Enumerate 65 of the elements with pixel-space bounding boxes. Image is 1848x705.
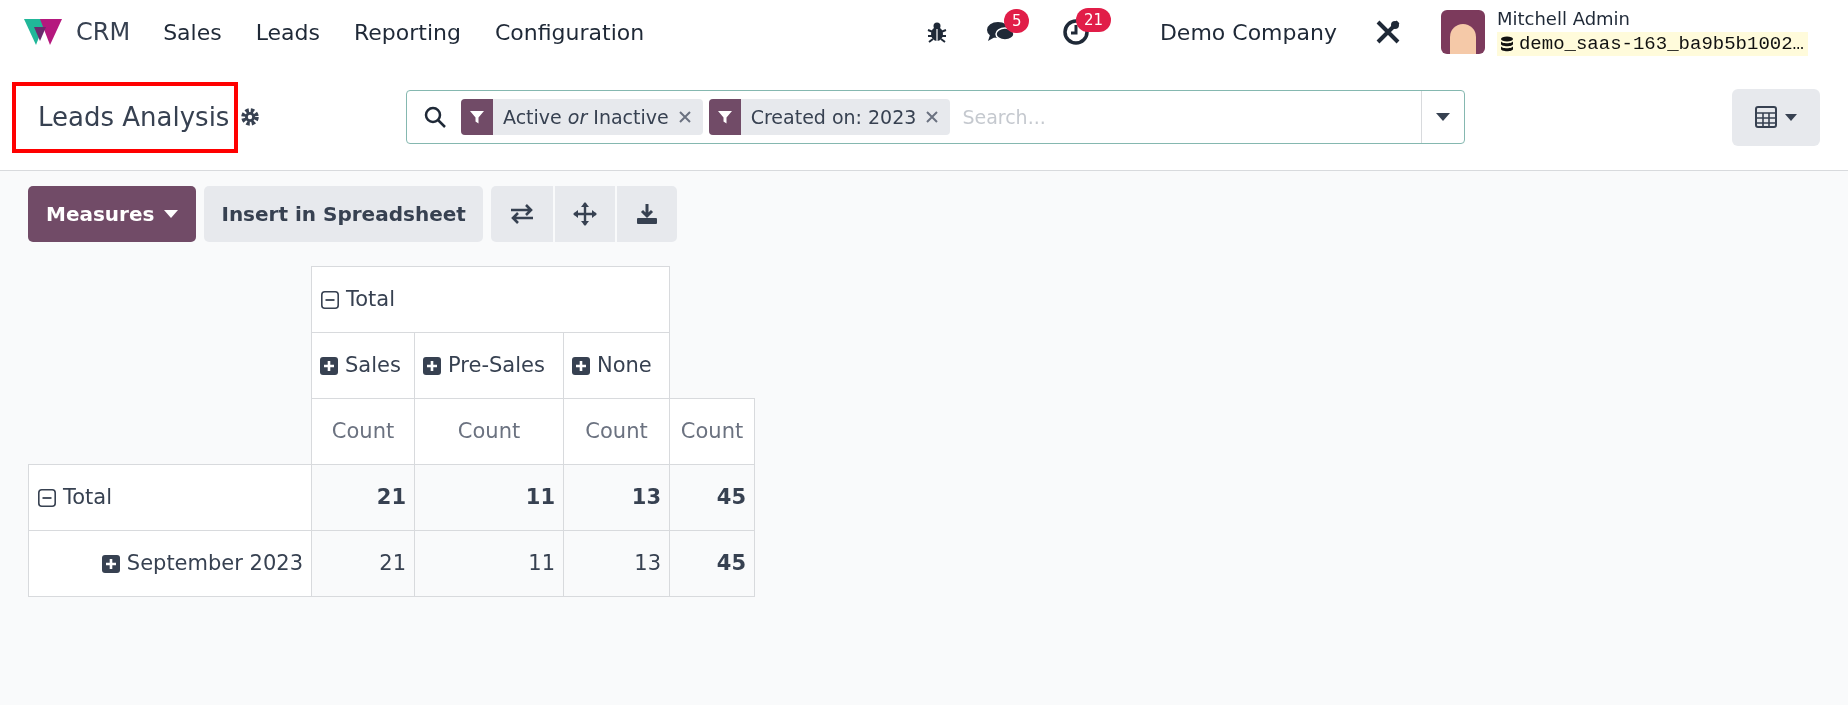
menu-item[interactable]: Sales xyxy=(146,15,239,49)
caret-icon[interactable] xyxy=(1436,113,1450,121)
move-arrows-icon xyxy=(572,202,597,226)
measures-button[interactable]: Measures xyxy=(28,186,197,242)
facet-label: Created on: 2023 xyxy=(749,104,918,130)
collapse-icon[interactable] xyxy=(37,487,57,508)
measure-header: Count xyxy=(563,398,670,465)
value-cell: 45 xyxy=(669,464,755,531)
insert-spreadsheet-button[interactable]: Insert in Spreadsheet xyxy=(204,186,483,242)
table-icon xyxy=(1755,106,1777,128)
value-cell: 11 xyxy=(414,530,564,597)
filter-icon xyxy=(469,109,485,125)
expand-icon[interactable] xyxy=(319,355,339,376)
bug-icon[interactable] xyxy=(925,21,948,43)
user-avatar[interactable] xyxy=(1440,10,1485,54)
expand-icon[interactable] xyxy=(422,355,442,376)
search-input[interactable]: Search... xyxy=(956,91,1421,143)
value-cell: 11 xyxy=(414,464,564,531)
facet-label: Active or Inactive xyxy=(502,104,670,130)
close-icon[interactable] xyxy=(926,111,939,123)
database-icon xyxy=(1500,36,1513,52)
filter-facet[interactable]: Created on: 2023 xyxy=(708,99,951,135)
column-header[interactable]: None xyxy=(563,332,670,399)
column-header[interactable]: Pre-Sales xyxy=(414,332,564,399)
caret-icon xyxy=(164,210,179,218)
close-icon[interactable] xyxy=(678,111,691,123)
app-logo-icon[interactable] xyxy=(22,17,64,47)
swap-axes-button[interactable] xyxy=(490,186,553,242)
row-header[interactable]: Total xyxy=(28,464,312,531)
database-name: demo_saas-163_ba9b5b1002… xyxy=(1518,32,1804,56)
expand-icon[interactable] xyxy=(571,355,591,376)
menu-item[interactable]: Leads xyxy=(238,15,338,49)
measure-header: Count xyxy=(669,398,755,465)
column-header[interactable]: Sales xyxy=(311,332,415,399)
menu-item[interactable]: Reporting xyxy=(337,15,478,49)
measure-header: Count xyxy=(311,398,415,465)
company-name[interactable]: Demo Company xyxy=(1159,15,1337,49)
user-name[interactable]: Mitchell Admin xyxy=(1496,8,1808,30)
tools-icon[interactable] xyxy=(1374,19,1401,45)
value-cell: 21 xyxy=(311,530,415,597)
menu-item[interactable]: Configuration xyxy=(478,15,662,49)
caret-icon xyxy=(1785,113,1797,121)
expand-icon[interactable] xyxy=(100,553,121,574)
page-title: Leads Analysis xyxy=(12,81,238,153)
row-header[interactable]: September 2023 xyxy=(28,530,312,597)
filter-facet[interactable]: Active or Inactive xyxy=(461,99,703,135)
measure-header: Count xyxy=(414,398,564,465)
value-cell: 13 xyxy=(563,464,670,531)
value-cell: 13 xyxy=(563,530,670,597)
notification-badge: 5 xyxy=(1003,9,1030,33)
settings-icon[interactable] xyxy=(240,107,260,127)
download-button[interactable] xyxy=(616,186,677,242)
search-bar[interactable]: Active or Inactive Created on: 2023 Search... xyxy=(406,90,1465,144)
search-icon[interactable] xyxy=(423,105,447,129)
value-cell: 21 xyxy=(311,464,415,531)
view-switcher-button[interactable] xyxy=(1732,88,1820,146)
column-header[interactable]: Total xyxy=(311,266,670,333)
swap-arrows-icon xyxy=(508,204,535,224)
value-cell: 45 xyxy=(669,530,755,597)
collapse-icon[interactable] xyxy=(320,289,340,310)
notification-badge: 21 xyxy=(1075,8,1111,32)
expand-all-button[interactable] xyxy=(554,186,615,242)
app-name[interactable]: CRM xyxy=(76,14,131,50)
download-icon xyxy=(635,203,658,225)
filter-icon xyxy=(716,109,733,125)
